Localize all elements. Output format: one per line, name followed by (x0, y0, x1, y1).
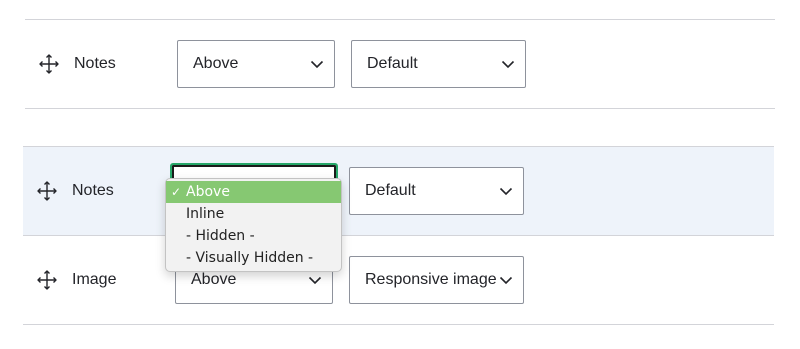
dropdown-option-inline[interactable]: Inline (166, 203, 341, 225)
option-label: Inline (186, 206, 225, 222)
row-divider (23, 146, 774, 147)
option-label: Above (186, 184, 230, 200)
dropdown-option-visually-hidden[interactable]: - Visually Hidden - (166, 247, 341, 269)
formatter-select[interactable]: Default (351, 40, 526, 88)
move-icon[interactable] (37, 270, 57, 290)
field-label: Notes (72, 182, 114, 199)
chevron-down-icon (499, 184, 513, 198)
chevron-down-icon (308, 273, 322, 287)
move-icon[interactable] (37, 181, 57, 201)
row-divider (23, 324, 774, 325)
label-display-dropdown: ✓ Above Inline - Hidden - - Visually Hid… (165, 178, 342, 272)
chevron-down-icon (501, 57, 515, 71)
field-label: Image (72, 271, 117, 288)
option-label: - Visually Hidden - (186, 250, 314, 266)
option-label: - Hidden - (186, 228, 255, 244)
row-divider (25, 19, 775, 20)
label-display-select[interactable]: Above (177, 40, 335, 88)
field-label: Notes (74, 55, 116, 72)
dropdown-option-hidden[interactable]: - Hidden - (166, 225, 341, 247)
select-value: Responsive image (365, 271, 497, 288)
checkmark-icon: ✓ (171, 185, 182, 199)
formatter-select[interactable]: Default (349, 167, 524, 215)
chevron-down-icon (499, 273, 513, 287)
row-divider (23, 235, 774, 236)
dropdown-option-above[interactable]: ✓ Above (166, 181, 341, 203)
formatter-select[interactable]: Responsive image (349, 256, 524, 304)
move-icon[interactable] (39, 54, 59, 74)
chevron-down-icon (310, 57, 324, 71)
row-divider (25, 108, 775, 109)
field-display-table: Notes Above Default Notes Default Image … (0, 0, 800, 349)
